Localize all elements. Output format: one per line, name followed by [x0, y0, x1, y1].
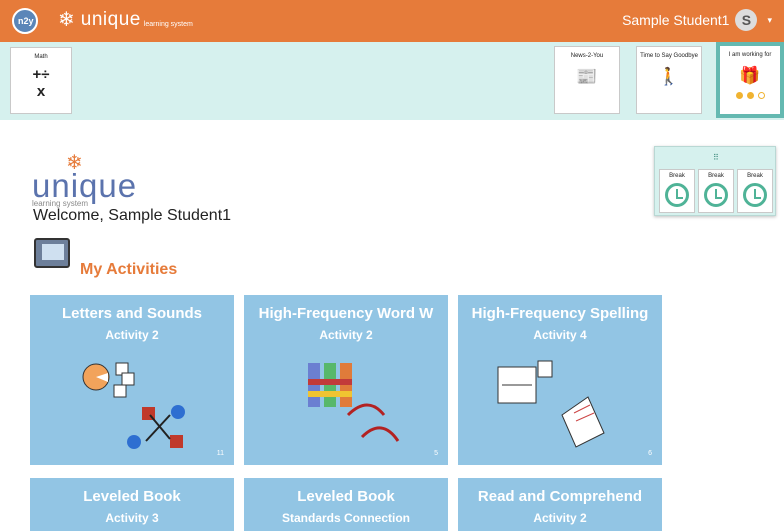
n2y-globe-icon[interactable]: n2y [12, 8, 38, 34]
break-label: Break [669, 173, 685, 179]
schedule-card-label: I am working for [728, 52, 772, 58]
tile-title: Read and Comprehend [477, 488, 643, 505]
tile-title: Leveled Book [297, 488, 395, 505]
activity-tile-hf-word[interactable]: High-Frequency Word W Activity 2 5 [244, 295, 448, 465]
tile-title: High-Frequency Spelling [471, 305, 649, 322]
user-menu[interactable]: Sample Student1 S ▾ [622, 9, 772, 31]
tile-count: 5 [434, 450, 438, 457]
spelling-worksheet-icon [497, 360, 605, 448]
welcome-message: Welcome, Sample Student1 [33, 207, 232, 224]
schedule-card-news[interactable]: News-2-You 📰 [554, 46, 620, 114]
activities-heading: My Activities [80, 261, 178, 278]
break-label: Break [747, 173, 763, 179]
drag-handle-icon[interactable]: ⠿ [713, 153, 719, 162]
break-panel[interactable]: ⠿ Break Break Break [654, 146, 776, 216]
token-filled-icon [735, 92, 743, 99]
clock-icon [743, 183, 767, 207]
token-filled-icon [746, 92, 754, 99]
tile-count: 6 [648, 450, 652, 457]
token-progress [720, 92, 780, 99]
activity-tile-read-comprehend[interactable]: Read and Comprehend Activity 2 [458, 478, 662, 531]
schedule-card-label: Math [34, 54, 48, 60]
tile-subtitle: Activity 4 [533, 328, 587, 342]
clock-icon [665, 183, 689, 207]
tile-title: High-Frequency Word W [258, 305, 434, 322]
letters-sounds-icon [82, 362, 185, 449]
schedule-card-working-for[interactable]: I am working for 🎁 [716, 42, 784, 118]
token-empty-icon [757, 92, 765, 99]
brand-subtitle: learning system [143, 20, 193, 28]
activity-tile-leveled-book[interactable]: Leveled Book Activity 3 [30, 478, 234, 531]
clock-icon [704, 183, 728, 207]
math-operations-icon: +÷ x [32, 66, 50, 100]
tile-subtitle: Activity 2 [533, 511, 587, 525]
schedule-card-label: News-2-You [570, 53, 604, 59]
waving-person-icon: 🚶 [658, 67, 680, 86]
letter-cards-icon [308, 363, 400, 442]
tile-title: Letters and Sounds [61, 305, 203, 322]
break-card[interactable]: Break [659, 169, 695, 213]
globe-text: n2y [18, 16, 34, 26]
activity-tile-leveled-book-standards[interactable]: Leveled Book Standards Connection [244, 478, 448, 531]
tile-subtitle: Activity 3 [105, 511, 159, 525]
break-card[interactable]: Break [698, 169, 734, 213]
tile-title: Leveled Book [83, 488, 181, 505]
tile-subtitle: Activity 2 [105, 328, 159, 342]
schedule-card-math[interactable]: Math +÷ x [10, 47, 72, 114]
break-card[interactable]: Break [737, 169, 773, 213]
chevron-down-icon[interactable]: ▾ [767, 15, 772, 26]
tile-subtitle: Standards Connection [281, 511, 410, 525]
reward-icon: 🎁 [739, 66, 761, 85]
schedule-card-label: Time to Say Goodbye [640, 53, 698, 59]
activity-tile-letters-sounds[interactable]: Letters and Sounds Activity 2 11 [30, 295, 234, 465]
activity-tile-hf-spelling[interactable]: High-Frequency Spelling Activity 4 6 [458, 295, 662, 465]
snowflake-icon: ❄ [58, 9, 75, 31]
tile-subtitle: Activity 2 [319, 328, 373, 342]
break-label: Break [708, 173, 724, 179]
brand-name: unique [80, 9, 141, 30]
schedule-card-goodbye[interactable]: Time to Say Goodbye 🚶 [636, 46, 702, 114]
activities-monitor-icon [34, 238, 70, 268]
newspaper-icon: 📰 [576, 67, 598, 86]
tile-count: 11 [216, 450, 224, 457]
brand-logo[interactable]: ❄ unique learning system [58, 9, 193, 31]
avatar[interactable]: S [735, 9, 758, 31]
user-name: Sample Student1 [622, 12, 730, 28]
top-bar: n2y ❄ unique learning system Sample Stud… [0, 0, 784, 42]
